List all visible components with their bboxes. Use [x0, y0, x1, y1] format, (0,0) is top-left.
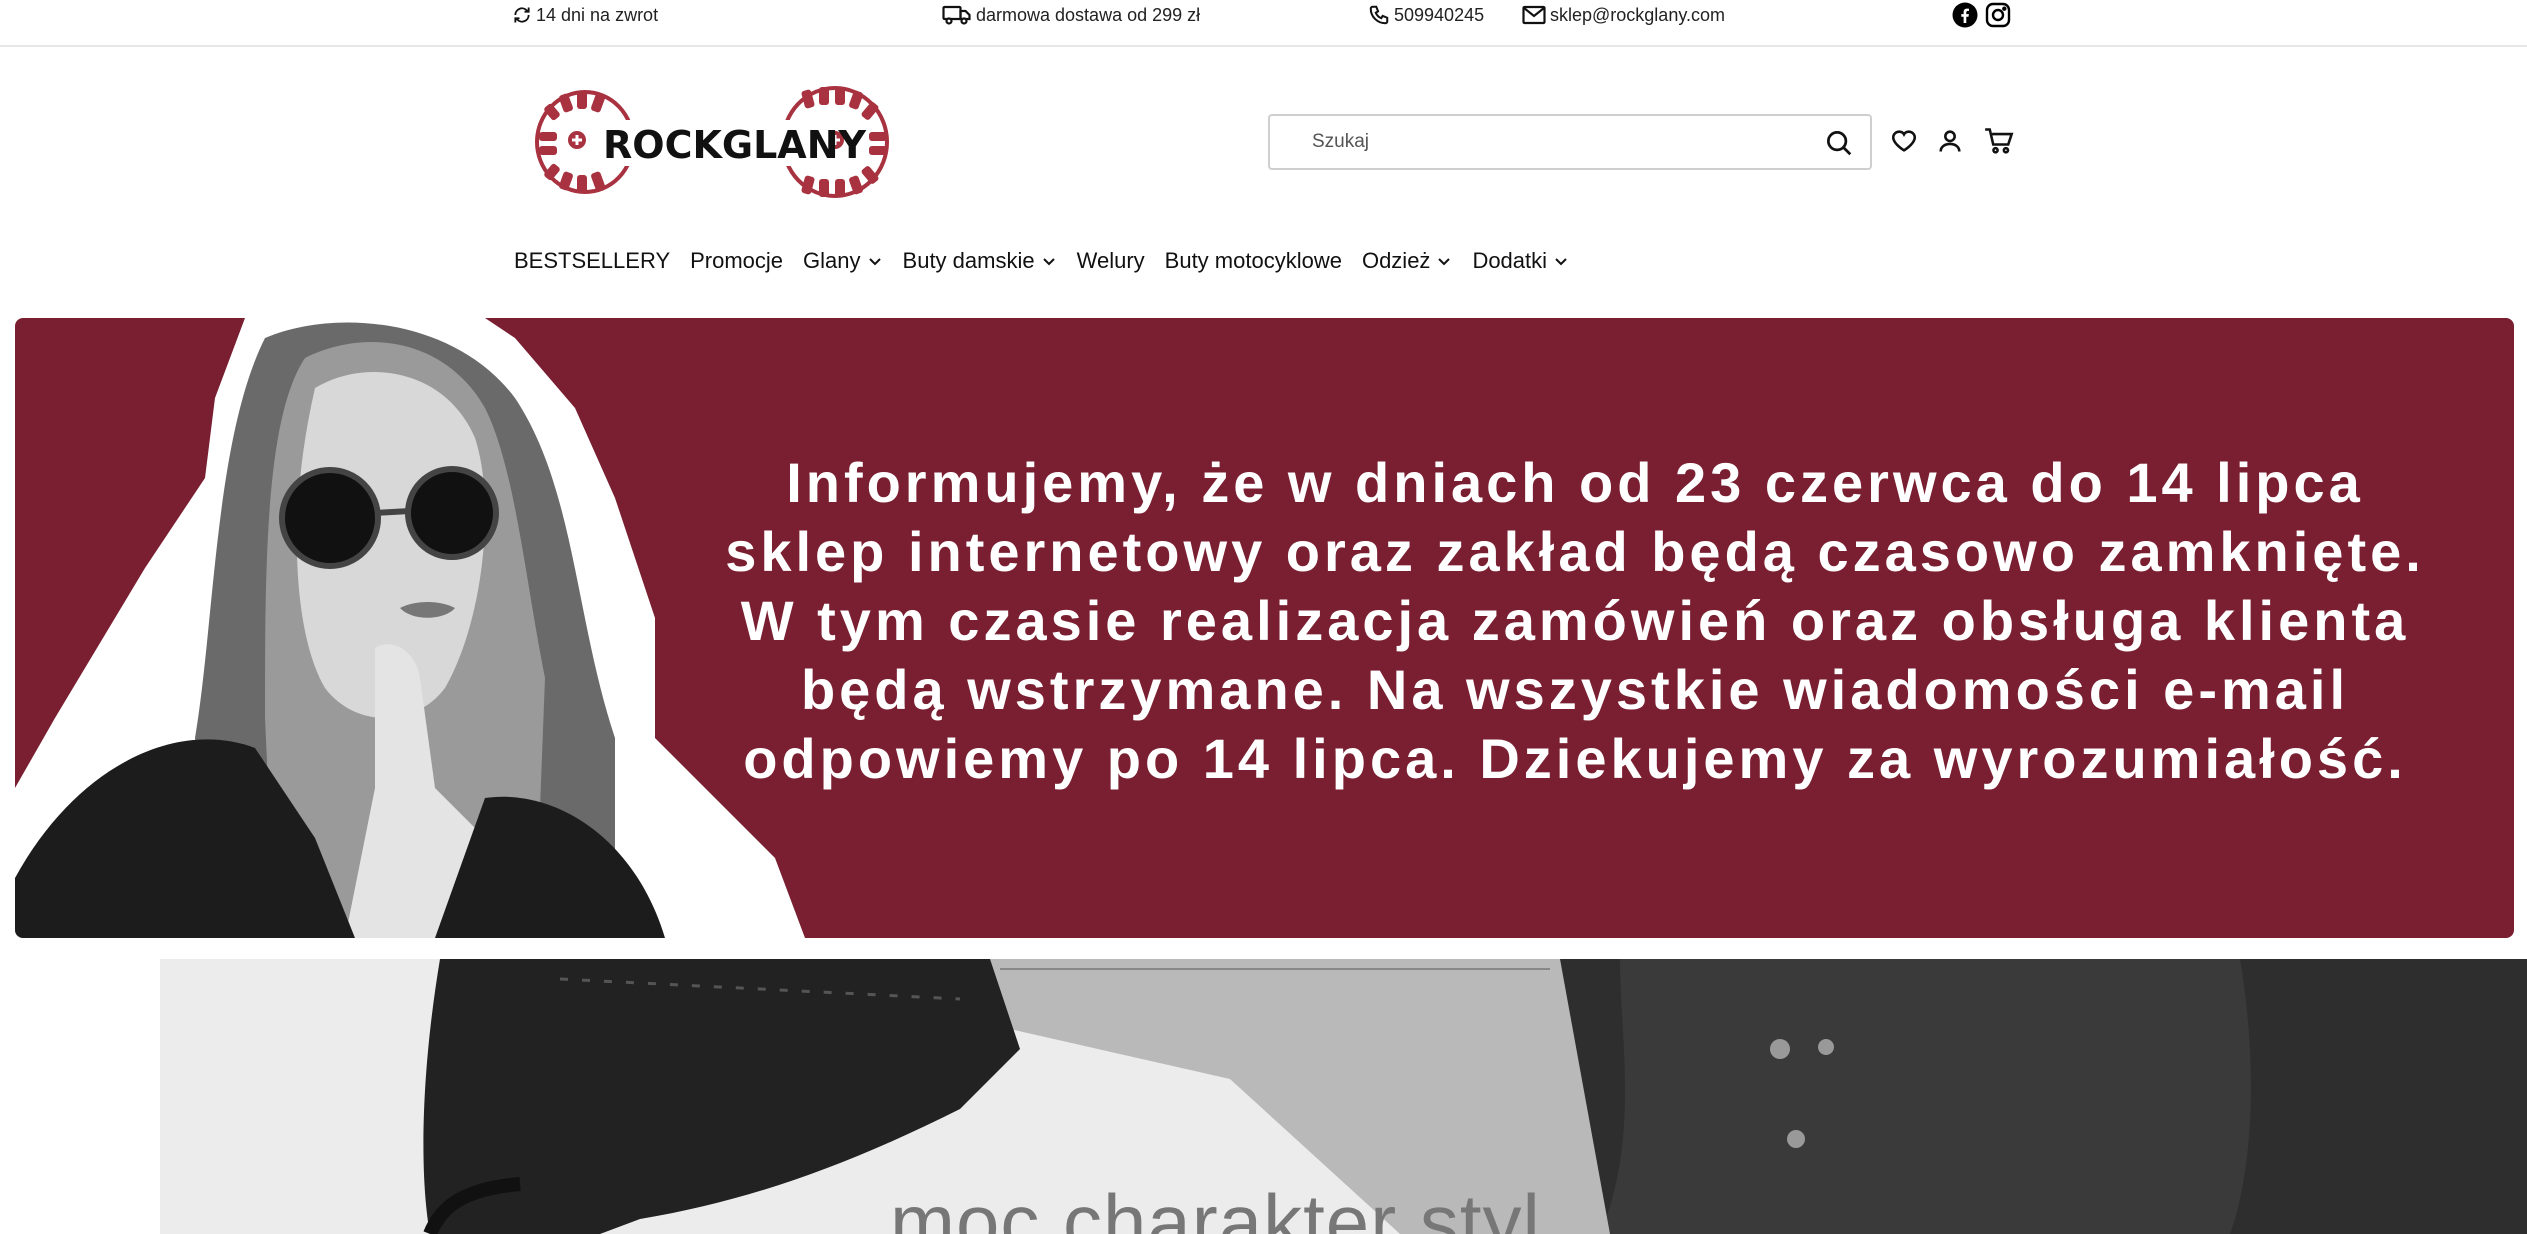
- email-link[interactable]: sklep@rockglany.com: [1522, 0, 1725, 30]
- nav-item-label[interactable]: Glany: [803, 248, 860, 274]
- nav-item-label[interactable]: Welury: [1077, 248, 1145, 274]
- nav-item-welury[interactable]: Welury: [1077, 248, 1145, 274]
- search-box[interactable]: [1268, 114, 1872, 170]
- hero-banner[interactable]: moc charakter styl: [0, 959, 2527, 1234]
- wishlist-heart-icon[interactable]: [1890, 127, 1918, 160]
- returns-info: 14 dni na zwrot: [512, 0, 658, 30]
- announcement-line: sklep internetowy oraz zakład będą czaso…: [725, 520, 2425, 583]
- nav-item-dodatki[interactable]: Dodatki: [1472, 248, 1569, 274]
- announcement-line: będą wstrzymane. Na wszystkie wiadomości…: [800, 658, 2350, 721]
- nav-item-promocje[interactable]: Promocje: [690, 248, 783, 274]
- nav-item-buty-motocyklowe[interactable]: Buty motocyklowe: [1165, 248, 1342, 274]
- account-user-icon[interactable]: [1936, 127, 1964, 160]
- nav-item-odziez[interactable]: Odzież: [1362, 248, 1452, 274]
- returns-text: 14 dni na zwrot: [536, 4, 659, 25]
- nav-item-label[interactable]: Buty motocyklowe: [1165, 248, 1342, 274]
- chevron-down-icon[interactable]: [1041, 248, 1057, 274]
- nav-item-buty-damskie[interactable]: Buty damskie: [903, 248, 1057, 274]
- nav-item-bestsellery[interactable]: BESTSELLERY: [514, 248, 670, 274]
- facebook-link[interactable]: [1952, 0, 1978, 30]
- cart-icon[interactable]: [1984, 127, 2014, 160]
- announcement-line: odpowiemy po 14 lipca. Dziekujemy za wyr…: [743, 727, 2407, 790]
- nav-item-label[interactable]: Promocje: [690, 248, 783, 274]
- phone-link[interactable]: 509940245: [1368, 0, 1484, 30]
- closure-announcement-banner[interactable]: Informujemy, że w dniach od 23 czerwca d…: [15, 318, 2514, 938]
- instagram-link[interactable]: [1985, 0, 2011, 30]
- phone-text[interactable]: 509940245: [1394, 5, 1484, 26]
- nav-item-label[interactable]: Dodatki: [1472, 248, 1547, 274]
- nav-item-glany[interactable]: Glany: [803, 248, 882, 274]
- hero-slogan: moc charakter styl: [890, 1178, 1541, 1234]
- nav-item-label[interactable]: BESTSELLERY: [514, 248, 670, 274]
- email-text[interactable]: sklep@rockglany.com: [1550, 5, 1725, 26]
- chevron-down-icon[interactable]: [1553, 248, 1569, 274]
- main-navigation: BESTSELLERY Promocje Glany Buty damskie …: [514, 244, 1589, 278]
- search-icon[interactable]: [1824, 128, 1854, 163]
- mail-icon: [1522, 5, 1546, 25]
- facebook-icon[interactable]: [1952, 2, 1978, 28]
- search-input[interactable]: [1310, 130, 1794, 154]
- delivery-text: darmowa dostawa od 299 zł: [976, 4, 1201, 25]
- announcement-line: W tym czasie realizacja zamówień oraz ob…: [740, 589, 2410, 652]
- announcement-line: Informujemy, że w dniach od 23 czerwca d…: [786, 451, 2364, 514]
- truck-icon: [942, 4, 972, 26]
- phone-icon: [1368, 4, 1390, 26]
- site-logo[interactable]: ROCKGLANY: [535, 84, 891, 200]
- nav-item-label[interactable]: Buty damskie: [903, 248, 1035, 274]
- chevron-down-icon[interactable]: [1436, 248, 1452, 274]
- logo-wordmark: ROCKGLANY: [603, 123, 867, 167]
- chevron-down-icon[interactable]: [867, 248, 883, 274]
- nav-item-label[interactable]: Odzież: [1362, 248, 1430, 274]
- top-info-bar: 14 dni na zwrot darmowa dostawa od 299 z…: [0, 0, 2527, 47]
- refresh-icon: [512, 5, 532, 25]
- delivery-info: darmowa dostawa od 299 zł: [942, 0, 1200, 30]
- instagram-icon[interactable]: [1985, 2, 2011, 28]
- announcement-text: Informujemy, że w dniach od 23 czerwca d…: [655, 448, 2495, 793]
